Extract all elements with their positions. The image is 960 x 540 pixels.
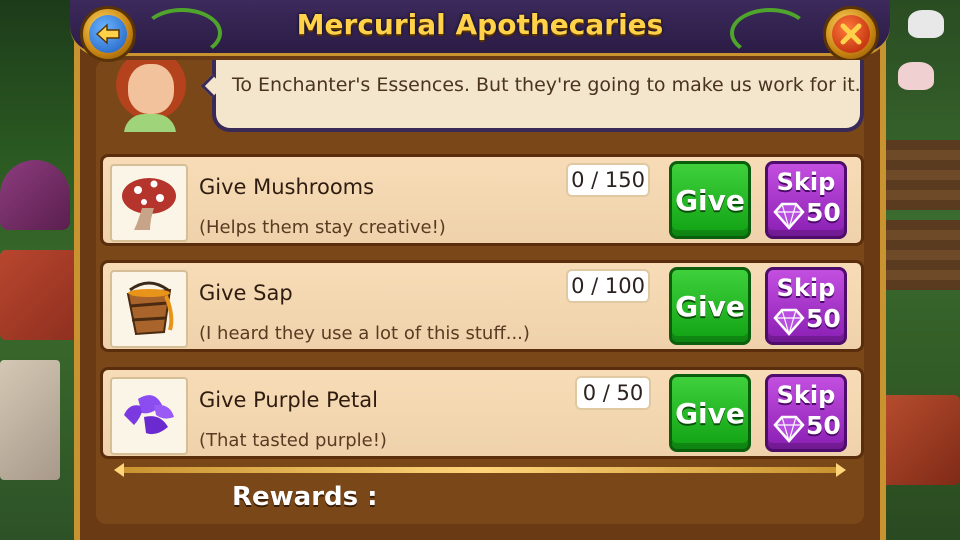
speech-bubble: To Enchanter's Essences. But they're goi… xyxy=(212,60,864,132)
progress-counter: 0 / 100 xyxy=(566,269,650,303)
back-button[interactable] xyxy=(80,6,136,62)
mushroom-icon xyxy=(110,164,188,242)
tent-roof xyxy=(0,160,70,230)
task-description: (Helps them stay creative!) xyxy=(199,217,446,238)
rewards-label: Rewards : xyxy=(232,482,378,512)
give-sap-button[interactable]: Give xyxy=(669,267,751,345)
crop-field xyxy=(874,140,960,210)
task-name: Give Mushrooms xyxy=(199,175,375,199)
house-roof xyxy=(880,395,960,485)
cow-icon xyxy=(908,10,944,38)
sap-bucket-icon xyxy=(110,270,188,348)
skip-purple-petal-button[interactable]: Skip 50 xyxy=(765,374,847,452)
task-name: Give Purple Petal xyxy=(199,388,378,412)
close-icon xyxy=(832,15,870,53)
pig-icon xyxy=(898,62,934,90)
vine-decoration xyxy=(142,8,222,58)
skip-cost: 50 xyxy=(806,198,841,227)
skip-label: Skip xyxy=(776,381,836,409)
divider xyxy=(114,463,846,477)
vine-decoration xyxy=(730,8,810,58)
progress-counter: 0 / 50 xyxy=(575,376,651,410)
npc-avatar xyxy=(110,60,190,132)
purple-petal-icon xyxy=(110,377,188,455)
task-row: Give Purple Petal (That tasted purple!) … xyxy=(100,367,864,459)
close-button[interactable] xyxy=(823,6,879,62)
progress-counter: 0 / 150 xyxy=(566,163,650,197)
task-row: Give Sap (I heard they use a lot of this… xyxy=(100,260,864,352)
gem-icon xyxy=(773,415,805,443)
skip-mushrooms-button[interactable]: Skip 50 xyxy=(765,161,847,239)
give-mushrooms-button[interactable]: Give xyxy=(669,161,751,239)
skip-sap-button[interactable]: Skip 50 xyxy=(765,267,847,345)
dialogue-text: To Enchanter's Essences. But they're goi… xyxy=(232,74,861,96)
task-description: (That tasted purple!) xyxy=(199,430,387,451)
task-row: Give Mushrooms (Helps them stay creative… xyxy=(100,154,864,246)
skip-cost: 50 xyxy=(806,411,841,440)
house-roof xyxy=(0,250,80,340)
crop-field xyxy=(874,220,960,290)
skip-cost: 50 xyxy=(806,304,841,333)
skip-label: Skip xyxy=(776,168,836,196)
header-bar: Mercurial Apothecaries xyxy=(70,0,890,58)
back-arrow-icon xyxy=(89,15,127,53)
tower xyxy=(0,360,60,480)
skip-label: Skip xyxy=(776,274,836,302)
gem-icon xyxy=(773,308,805,336)
task-name: Give Sap xyxy=(199,281,293,305)
give-purple-petal-button[interactable]: Give xyxy=(669,374,751,452)
gem-icon xyxy=(773,202,805,230)
task-description: (I heard they use a lot of this stuff...… xyxy=(199,323,530,344)
